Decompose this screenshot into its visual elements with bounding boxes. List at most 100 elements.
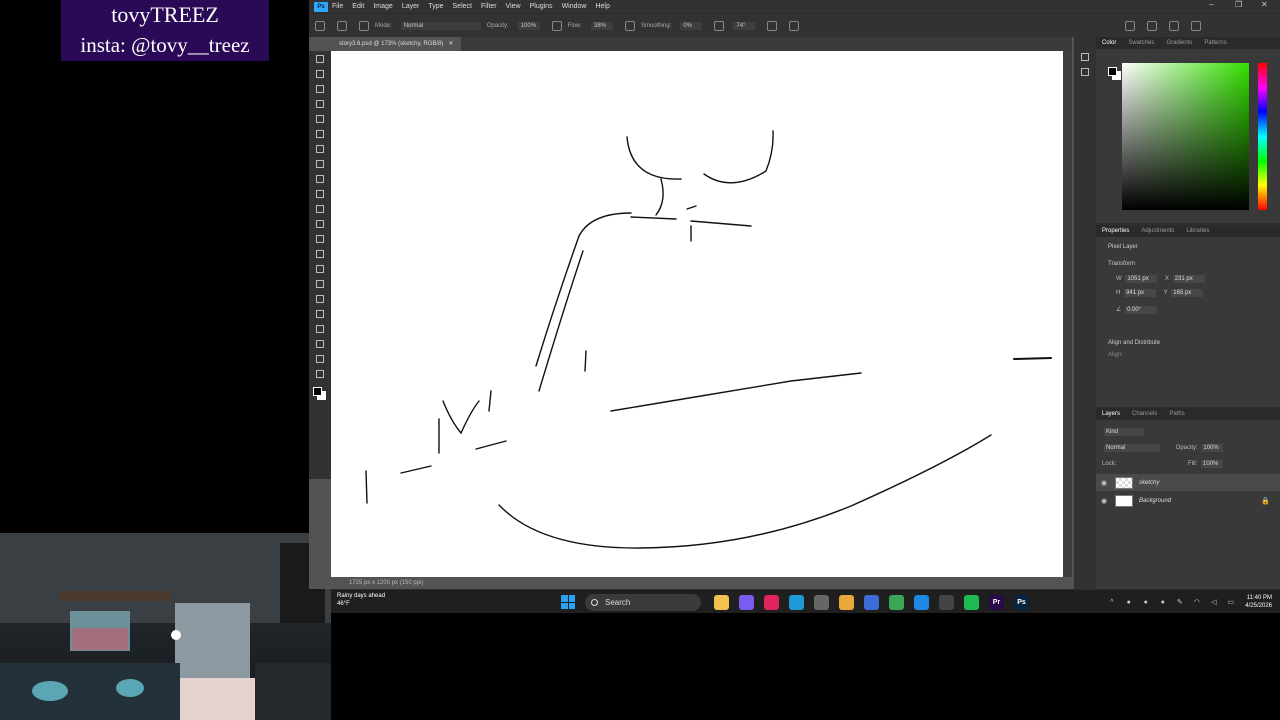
weather-widget[interactable]: Rainy days ahead 46°F — [337, 592, 385, 608]
menu-type[interactable]: Type — [428, 3, 443, 10]
folder-icon[interactable] — [839, 594, 854, 610]
home-icon[interactable] — [315, 20, 325, 31]
lasso-tool-icon[interactable] — [309, 81, 331, 96]
gear-icon[interactable] — [714, 20, 725, 31]
frame-tool-icon[interactable] — [309, 126, 331, 141]
pen-icon[interactable]: ✎ — [1175, 598, 1184, 607]
wifi-icon[interactable]: ◠ — [1192, 598, 1201, 607]
layer-row-sketchy[interactable]: ◉ sketchy — [1096, 474, 1280, 491]
menu-edit[interactable]: Edit — [352, 3, 364, 10]
tab-swatches[interactable]: Swatches — [1122, 40, 1160, 46]
move-tool-icon[interactable] — [309, 51, 331, 66]
maximize-icon[interactable]: ❐ — [1235, 0, 1242, 9]
obs-icon[interactable] — [939, 594, 954, 610]
pressure-size-icon[interactable] — [767, 20, 778, 31]
type-tool-icon[interactable] — [309, 291, 331, 306]
edge-icon[interactable] — [789, 594, 804, 610]
color-picker-field[interactable] — [1122, 63, 1249, 210]
line-tool-icon[interactable] — [309, 321, 331, 336]
visibility-eye-icon[interactable]: ◉ — [1101, 497, 1109, 505]
tab-adjustments[interactable]: Adjustments — [1135, 228, 1180, 234]
marquee-tool-icon[interactable] — [309, 66, 331, 81]
tab-paths[interactable]: Paths — [1163, 411, 1190, 417]
tab-channels[interactable]: Channels — [1126, 411, 1163, 417]
brush-settings-icon[interactable] — [359, 20, 369, 31]
symmetry-icon[interactable] — [789, 20, 800, 31]
tool-color-swatches[interactable] — [309, 385, 331, 407]
more-tool-icon[interactable] — [309, 366, 331, 381]
comment-icon[interactable] — [1074, 64, 1096, 79]
layer-opacity-field[interactable]: 100% — [1201, 444, 1224, 452]
menu-filter[interactable]: Filter — [481, 3, 497, 10]
history-brush-tool-icon[interactable] — [309, 201, 331, 216]
chevron-up-icon[interactable]: ^ — [1107, 598, 1116, 607]
crop-tool-icon[interactable] — [309, 111, 331, 126]
path-select-tool-icon[interactable] — [309, 306, 331, 321]
smoothing-field[interactable]: 0% — [680, 21, 703, 30]
angle-field[interactable]: 74° — [733, 21, 756, 30]
pressure-opacity-icon[interactable] — [551, 20, 562, 31]
object-select-tool-icon[interactable] — [309, 96, 331, 111]
visibility-eye-icon[interactable]: ◉ — [1101, 479, 1109, 487]
y-field[interactable]: 165 px — [1171, 289, 1204, 297]
app-red-icon[interactable] — [764, 594, 779, 610]
close-tab-icon[interactable]: ✕ — [445, 41, 453, 47]
file-explorer-icon[interactable] — [714, 594, 729, 610]
premiere-icon[interactable]: Pr — [989, 594, 1004, 610]
menu-select[interactable]: Select — [453, 3, 472, 10]
minimize-icon[interactable]: – — [1209, 0, 1213, 9]
battery-icon[interactable]: ▭ — [1226, 598, 1235, 607]
menu-layer[interactable]: Layer — [402, 3, 420, 10]
width-field[interactable]: 1051 px — [1125, 275, 1158, 283]
pen-tool-icon[interactable] — [309, 276, 331, 291]
app-gray-icon[interactable] — [814, 594, 829, 610]
stamp-tool-icon[interactable] — [309, 186, 331, 201]
close-icon[interactable]: ✕ — [1261, 0, 1268, 9]
eraser-tool-icon[interactable] — [309, 216, 331, 231]
tab-gradients[interactable]: Gradients — [1160, 40, 1198, 46]
workspace-icon[interactable] — [1191, 20, 1202, 31]
airbrush-icon[interactable] — [625, 20, 636, 31]
menu-plugins[interactable]: Plugins — [530, 3, 553, 10]
tray-app-icon[interactable]: ● — [1141, 598, 1150, 607]
vertical-scrollbar[interactable] — [1063, 51, 1072, 577]
foreground-color-swatch[interactable] — [1108, 67, 1117, 76]
healing-tool-icon[interactable] — [309, 156, 331, 171]
spotify-icon[interactable] — [964, 594, 979, 610]
tray-app-icon[interactable]: ● — [1124, 598, 1133, 607]
mode-select[interactable]: Normal — [400, 21, 481, 30]
bell-icon[interactable] — [1147, 20, 1158, 31]
microphone-icon[interactable]: ● — [1158, 598, 1167, 607]
document-tab[interactable]: story3.6.psd @ 173% (sketchy, RGB/8) ✕ — [331, 37, 462, 51]
tab-color[interactable]: Color — [1096, 40, 1122, 46]
flow-field[interactable]: 38% — [591, 21, 614, 30]
brush-preset-icon[interactable] — [337, 20, 347, 31]
blur-tool-icon[interactable] — [309, 246, 331, 261]
paint-bucket-tool-icon[interactable] — [309, 231, 331, 246]
search-icon[interactable] — [1169, 20, 1180, 31]
menu-view[interactable]: View — [506, 3, 521, 10]
height-field[interactable]: 941 px — [1124, 289, 1157, 297]
tab-properties[interactable]: Properties — [1096, 228, 1135, 234]
tab-libraries[interactable]: Libraries — [1180, 228, 1215, 234]
fill-field[interactable]: 100% — [1201, 460, 1224, 468]
drawing-canvas[interactable] — [331, 51, 1063, 577]
hand-tool-icon[interactable] — [309, 336, 331, 351]
blend-mode-select[interactable]: Normal — [1104, 444, 1160, 452]
share-icon[interactable] — [1125, 20, 1136, 31]
pen-app-icon[interactable] — [864, 594, 879, 610]
tab-patterns[interactable]: Patterns — [1198, 40, 1232, 46]
volume-icon[interactable]: ◁ — [1209, 598, 1218, 607]
chrome-icon[interactable] — [889, 594, 904, 610]
brush-tool-icon[interactable] — [309, 171, 331, 186]
dodge-tool-icon[interactable] — [309, 261, 331, 276]
menu-image[interactable]: Image — [373, 3, 392, 10]
hue-slider[interactable] — [1258, 63, 1267, 210]
menu-help[interactable]: Help — [595, 3, 609, 10]
angle-field[interactable]: 0.00° — [1125, 306, 1158, 314]
blue-app-icon[interactable] — [914, 594, 929, 610]
layer-filter-select[interactable]: Kind — [1104, 428, 1144, 436]
menu-file[interactable]: File — [332, 3, 343, 10]
menu-window[interactable]: Window — [562, 3, 587, 10]
copilot-icon[interactable] — [739, 594, 754, 610]
